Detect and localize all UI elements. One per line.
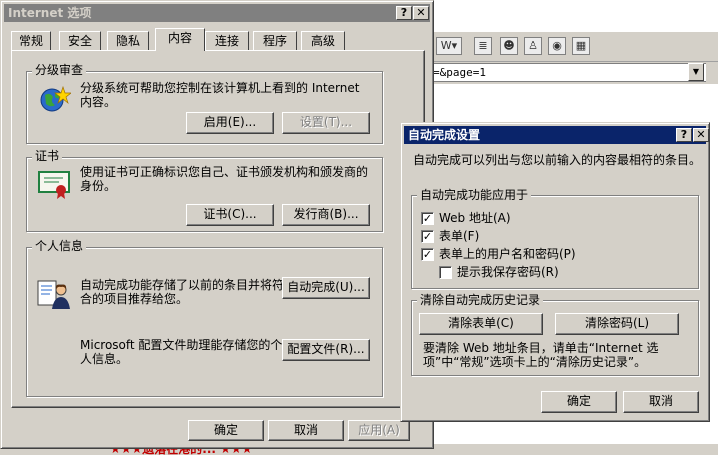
web-addresses-checkbox[interactable]: ✓ [421,212,434,225]
tab-content[interactable]: 内容 [155,28,205,51]
certificates-button[interactable]: 证书(C)... [186,204,274,226]
internet-options-titlebar[interactable]: Internet 选项 ? ✕ [4,4,430,22]
tab-security[interactable]: 安全 [59,31,101,50]
clear-note: 要清除 Web 地址条目，请单击“Internet 选项”中“常规”选项卡上的“… [423,341,659,369]
help-button[interactable]: ? [676,128,692,142]
chevron-down-icon: ▼ [688,63,704,81]
close-button[interactable]: ✕ [693,128,709,142]
tab-connections[interactable]: 连接 [205,31,249,50]
messenger-icon[interactable]: ☻ [500,37,518,55]
cancel-button[interactable]: 取消 [623,391,699,413]
research-icon[interactable]: ♙ [524,37,542,55]
address-bar: =&page=1 [430,62,718,84]
use-for-label: 自动完成功能应用于 [417,188,532,202]
enable-button[interactable]: 启用(E)... [186,112,274,134]
dialog-title: Internet 选项 [8,6,92,20]
globe-icon [39,85,72,116]
help-button[interactable]: ? [396,6,412,20]
web-addresses-label: Web 地址(A) [439,211,511,225]
profile-description: Microsoft 配置文件助理能存储您的个人信息。 [80,338,283,366]
content-tab-panel: 分级审查 分级系统可帮助您控制在该计算机上看到的 Internet 内容。 启用… [11,50,425,408]
content-advisor-description: 分级系统可帮助您控制在该计算机上看到的 Internet 内容。 [80,81,360,109]
certificates-description: 使用证书可正确标识您自己、证书颁发机构和颁发商的身份。 [80,165,369,193]
personal-info-group [26,247,383,397]
usernames-passwords-checkbox[interactable]: ✓ [421,248,434,261]
autocomplete-intro: 自动完成可以列出与您以前输入的内容最相符的条目。 [413,153,702,167]
ok-button[interactable]: 确定 [188,420,264,441]
tab-general[interactable]: 常规 [11,31,51,50]
profile-button[interactable]: 配置文件(R)... [282,339,370,361]
personal-info-icon [36,277,72,314]
clear-forms-button[interactable]: 清除表单(C) [419,313,543,335]
history-icon[interactable]: ▦ [572,37,590,55]
clear-history-label: 清除自动完成历史记录 [417,293,544,307]
browser-toolbar: W▾ ≣ ☻ ♙ ◉ ▦ [430,32,718,62]
word-icon[interactable]: W▾ [436,37,462,55]
forms-label: 表单(F) [439,229,480,243]
tab-advanced[interactable]: 高级 [301,31,345,50]
autocomplete-title: 自动完成设置 [408,128,481,142]
apply-button[interactable]: 应用(A) [348,420,410,441]
address-input[interactable]: =&page=1 [430,63,706,82]
personal-info-label: 个人信息 [32,239,87,253]
usernames-passwords-label: 表单上的用户名和密码(P) [439,247,576,261]
prompt-save-password-label: 提示我保存密码(R) [457,265,559,279]
autocomplete-settings-dialog: 自动完成设置 ? ✕ 自动完成可以列出与您以前输入的内容最相符的条目。 自动完成… [400,122,710,422]
content-advisor-label: 分级审查 [32,63,87,77]
internet-options-dialog: Internet 选项 ? ✕ 常规 安全 隐私 内容 连接 程序 高级 分级审… [0,0,434,449]
autocomplete-description: 自动完成功能存储了以前的条目并将符合的项目推荐给您。 [80,278,285,306]
media-icon[interactable]: ◉ [548,37,566,55]
settings-button[interactable]: 设置(T)... [282,112,370,134]
ok-button[interactable]: 确定 [541,391,617,413]
tab-programs[interactable]: 程序 [253,31,297,50]
clear-passwords-button[interactable]: 清除密码(L) [555,313,679,335]
publishers-button[interactable]: 发行商(B)... [282,204,370,226]
prompt-save-password-checkbox[interactable] [439,266,452,279]
certificates-label: 证书 [32,149,63,163]
certificate-icon [37,169,73,202]
forms-checkbox[interactable]: ✓ [421,230,434,243]
close-button[interactable]: ✕ [413,6,429,20]
tab-privacy[interactable]: 隐私 [107,31,149,50]
cancel-button[interactable]: 取消 [268,420,344,441]
document-icon[interactable]: ≣ [474,37,492,55]
address-dropdown[interactable]: ▼ [688,63,704,81]
autocomplete-titlebar[interactable]: 自动完成设置 ? ✕ [404,126,709,144]
autocomplete-button[interactable]: 自动完成(U)... [282,277,370,299]
